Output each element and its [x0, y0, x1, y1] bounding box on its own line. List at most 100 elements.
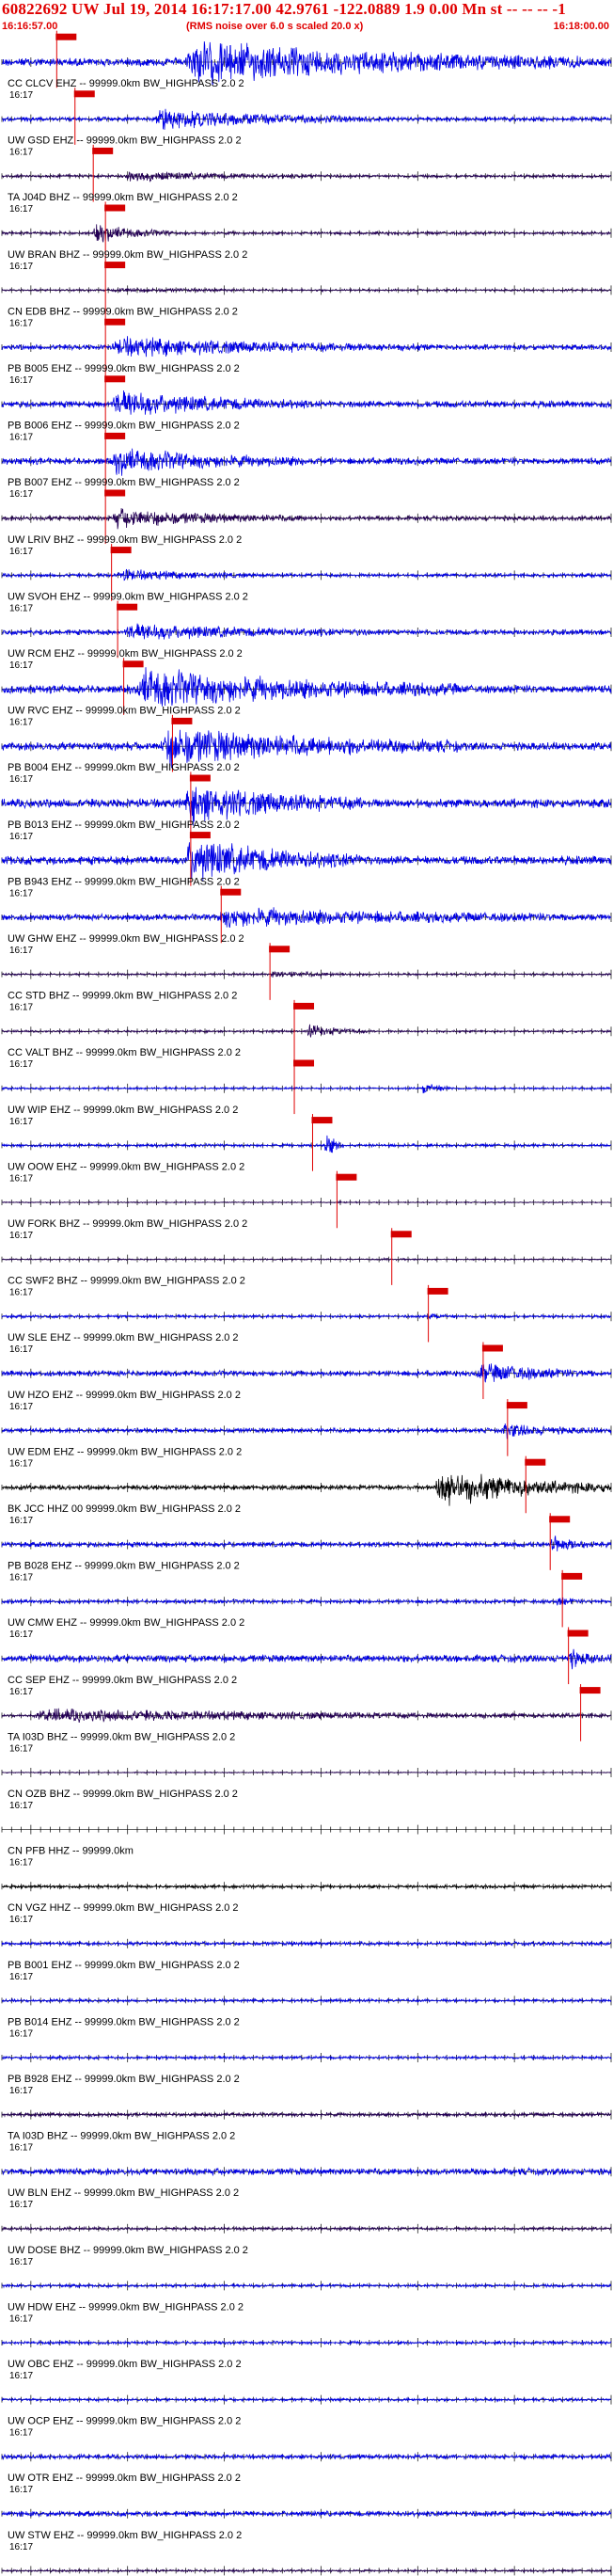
- station-label: UW SLE EHZ -- 99999.0km BW_HIGHPASS 2.0 …: [8, 1332, 239, 1344]
- pick-flag: [336, 1173, 357, 1181]
- trace-8: UW LRIV BHZ -- 99999.0km BW_HIGHPASS 2.0…: [1, 486, 612, 557]
- trace-40: UW OBC EHZ -- 99999.0km BW_HIGHPASS 2.0 …: [1, 2338, 612, 2381]
- trace-time-label: 16:17: [9, 1801, 33, 1811]
- waveform-line: [1, 1363, 612, 1383]
- trace-time-label: 16:17: [9, 1059, 33, 1070]
- station-label: UW DOSE BHZ -- 99999.0km BW_HIGHPASS 2.0…: [8, 2245, 248, 2256]
- station-label: PB B005 EHZ -- 99999.0km BW_HIGHPASS 2.0…: [8, 363, 240, 374]
- station-label: UW CMW EHZ -- 99999.0km BW_HIGHPASS 2.0 …: [8, 1617, 244, 1629]
- station-label: CC STD BHZ -- 99999.0km BW_HIGHPASS 2.0 …: [8, 991, 237, 1002]
- station-label: PB B007 EHZ -- 99999.0km BW_HIGHPASS 2.0…: [8, 477, 240, 488]
- waveform-line: [1, 1884, 611, 1890]
- waveform-line: [1, 1473, 612, 1506]
- trace-4: CN EDB BHZ -- 99999.0km BW_HIGHPASS 2.0 …: [1, 259, 612, 328]
- trace-time-label: 16:17: [9, 1344, 33, 1355]
- station-label: UW FORK BHZ -- 99999.0km BW_HIGHPASS 2.0…: [8, 1218, 247, 1230]
- trace-43: UW STW EHZ -- 99999.0km BW_HIGHPASS 2.0 …: [1, 2508, 612, 2552]
- trace-30: CN OZB BHZ -- 99999.0km BW_HIGHPASS 2.0 …: [1, 1768, 612, 1811]
- trace-24: UW EDM EHZ -- 99999.0km BW_HIGHPASS 2.0 …: [1, 1399, 612, 1469]
- pick-flag: [561, 1572, 583, 1580]
- pick-flag: [293, 1002, 315, 1010]
- station-label: BK JCC HHZ 00 99999.0km BW_HIGHPASS 2.0 …: [8, 1503, 241, 1515]
- pick-flag: [506, 1402, 527, 1409]
- trace-time-label: 16:17: [9, 1402, 33, 1412]
- station-label: UW LRIV BHZ -- 99999.0km BW_HIGHPASS 2.0…: [8, 534, 242, 546]
- station-label: UW WIP EHZ -- 99999.0km BW_HIGHPASS 2.0 …: [8, 1105, 238, 1116]
- station-label: UW OOW EHZ -- 99999.0km BW_HIGHPASS 2.0 …: [8, 1161, 244, 1172]
- trace-time-label: 16:17: [9, 774, 33, 785]
- pick-flag: [110, 547, 132, 554]
- trace-25: BK JCC HHZ 00 99999.0km BW_HIGHPASS 2.0 …: [1, 1455, 612, 1526]
- station-label: UW SVOH EHZ -- 99999.0km BW_HIGHPASS 2.0…: [8, 591, 248, 602]
- station-label: UW GSD EHZ -- 99999.0km BW_HIGHPASS 2.0 …: [8, 135, 242, 147]
- trace-12: PB B004 EHZ -- 99999.0km BW_HIGHPASS 2.0…: [1, 714, 612, 785]
- trace-20: UW FORK BHZ -- 99999.0km BW_HIGHPASS 2.0…: [1, 1170, 612, 1241]
- waveform-line: [1, 224, 612, 243]
- trace-time-label: 16:17: [9, 2542, 33, 2552]
- pick-flag: [104, 318, 126, 326]
- waveform-line: [1, 2339, 612, 2346]
- trace-38: UW DOSE BHZ -- 99999.0km BW_HIGHPASS 2.0…: [1, 2223, 612, 2267]
- trace-35: PB B928 EHZ -- 99999.0km BW_HIGHPASS 2.0…: [1, 2053, 612, 2096]
- trace-time-label: 16:17: [9, 148, 33, 158]
- trace-time-label: 16:17: [9, 1972, 33, 1982]
- trace-9: UW SVOH EHZ -- 99999.0km BW_HIGHPASS 2.0…: [1, 544, 612, 613]
- waveform-line: [1, 390, 612, 415]
- trace-time-label: 16:17: [9, 375, 33, 386]
- trace-11: UW RVC EHZ -- 99999.0km BW_HIGHPASS 2.0 …: [1, 658, 612, 728]
- waveform-line: [1, 623, 612, 640]
- station-label: CN EDB BHZ -- 99999.0km BW_HIGHPASS 2.0 …: [8, 306, 238, 317]
- trace-time-label: 16:17: [9, 1003, 33, 1013]
- trace-37: UW BLN EHZ -- 99999.0km BW_HIGHPASS 2.0 …: [1, 2166, 612, 2210]
- pick-flag: [117, 603, 138, 611]
- trace-18: UW WIP EHZ -- 99999.0km BW_HIGHPASS 2.0 …: [1, 1057, 612, 1127]
- trace-time-label: 16:17: [9, 262, 33, 272]
- waveform-line: [1, 842, 612, 882]
- station-label: CC VALT BHZ -- 99999.0km BW_HIGHPASS 2.0…: [8, 1047, 241, 1058]
- pick-flag: [189, 774, 211, 782]
- trace-14: PB B943 EHZ -- 99999.0km BW_HIGHPASS 2.0…: [1, 829, 612, 898]
- pick-flag: [92, 147, 114, 154]
- pick-flag: [427, 1287, 448, 1295]
- trace-16: CC STD BHZ -- 99999.0km BW_HIGHPASS 2.0 …: [1, 943, 612, 1013]
- station-label: UW HZO EHZ -- 99999.0km BW_HIGHPASS 2.0 …: [8, 1390, 241, 1401]
- pick-flag: [481, 1344, 503, 1352]
- trace-27: UW CMW EHZ -- 99999.0km BW_HIGHPASS 2.0 …: [1, 1569, 612, 1640]
- station-label: TA J04D BHZ -- 99999.0km BW_HIGHPASS 2.0…: [8, 192, 238, 203]
- trace-time-label: 16:17: [9, 2485, 33, 2495]
- trace-time-label: 16:17: [9, 718, 33, 728]
- trace-time-label: 16:17: [9, 318, 33, 328]
- trace-42: UW OTR EHZ -- 99999.0km BW_HIGHPASS 2.0 …: [1, 2452, 612, 2495]
- trace-time-label: 16:17: [9, 946, 33, 956]
- pick-flag: [104, 432, 126, 439]
- trace-2: TA J04D BHZ -- 99999.0km BW_HIGHPASS 2.0…: [1, 144, 612, 215]
- trace-0: CC CLCV EHZ -- 99999.0km BW_HIGHPASS 2.0…: [1, 30, 612, 101]
- station-label: UW OBC EHZ -- 99999.0km BW_HIGHPASS 2.0 …: [8, 2359, 242, 2370]
- station-label: UW RVC EHZ -- 99999.0km BW_HIGHPASS 2.0 …: [8, 706, 241, 717]
- trace-36: TA I03D BHZ -- 99999.0km BW_HIGHPASS 2.0…: [1, 2109, 612, 2154]
- waveform-line: [1, 667, 612, 707]
- trace-time-label: 16:17: [9, 1458, 33, 1469]
- waveform-line: [1, 970, 612, 978]
- trace-time-label: 16:17: [9, 2428, 33, 2439]
- trace-time-label: 16:17: [9, 1516, 33, 1526]
- trace-time-label: 16:17: [9, 90, 33, 101]
- station-label: TA I03D BHZ -- 99999.0km BW_HIGHPASS 2.0…: [8, 1731, 235, 1742]
- station-label: PB B028 EHZ -- 99999.0km BW_HIGHPASS 2.0…: [8, 1561, 240, 1572]
- pick-flag: [73, 90, 95, 98]
- station-label: PB B013 EHZ -- 99999.0km BW_HIGHPASS 2.0…: [8, 819, 240, 831]
- pick-flag: [104, 489, 126, 497]
- waveform-line: [1, 108, 612, 130]
- trace-time-label: 16:17: [9, 2257, 33, 2267]
- trace-time-label: 16:17: [9, 2200, 33, 2210]
- waveform-line: [1, 336, 612, 358]
- waveform-line: [1, 1771, 612, 1774]
- pick-flag: [104, 262, 126, 269]
- waveform-line: [1, 1135, 612, 1153]
- trace-time-label: 16:17: [9, 2314, 33, 2324]
- trace-10: UW RCM EHZ -- 99999.0km BW_HIGHPASS 2.0 …: [1, 600, 612, 671]
- pick-flag: [104, 375, 126, 383]
- pick-flag: [171, 717, 193, 724]
- waveform-line: [1, 1024, 612, 1038]
- trace-28: CC SEP EHZ -- 99999.0km BW_HIGHPASS 2.0 …: [1, 1627, 612, 1697]
